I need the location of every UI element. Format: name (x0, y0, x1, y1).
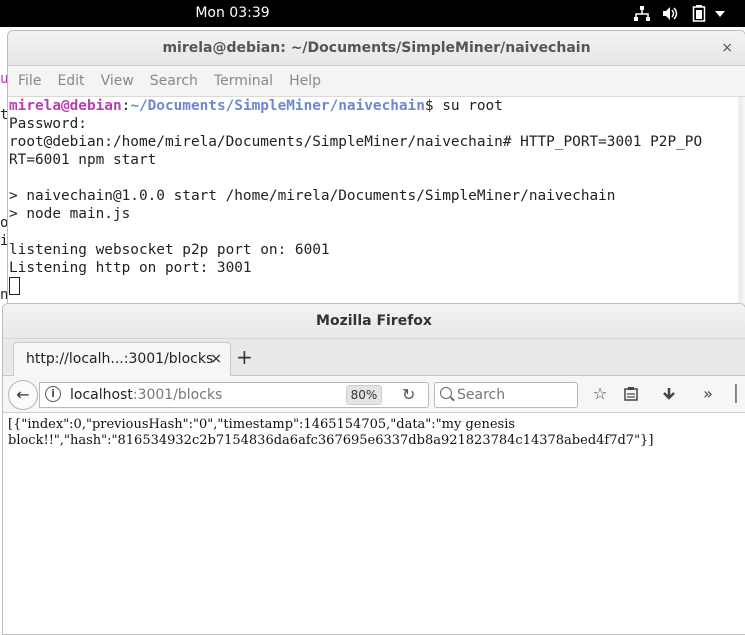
firefox-titlebar[interactable]: Mozilla Firefox (3, 304, 745, 339)
url-path: :3001/blocks (132, 387, 223, 403)
json-line: [{"index":0,"previousHash":"0","timestam… (8, 417, 516, 432)
prompt-command: $ su root (424, 98, 503, 114)
terminal-titlebar[interactable]: mirela@debian: ~/Documents/SimpleMiner/n… (8, 31, 745, 66)
star-icon[interactable]: ☆ (588, 382, 612, 406)
reload-icon[interactable]: ↻ (402, 383, 415, 407)
terminal-line: > naivechain@1.0.0 start /home/mirela/Do… (9, 188, 616, 204)
terminal-line: listening websocket p2p port on: 6001 (9, 242, 330, 258)
tab-close-icon[interactable]: × (210, 343, 222, 376)
chevrons-icon[interactable]: » (696, 382, 720, 406)
clipboard-icon[interactable] (619, 382, 643, 406)
volume-icon[interactable] (661, 5, 679, 22)
url-bar[interactable]: i localhost:3001/blocks 80% ↻ (39, 382, 429, 408)
top-bar: Mon 03:39 (0, 0, 745, 27)
terminal-line: > node main.js (9, 206, 131, 222)
terminal-line: Listening http on port: 3001 (9, 260, 252, 276)
download-icon[interactable] (657, 382, 681, 406)
menu-help[interactable]: Help (283, 73, 327, 89)
close-icon[interactable]: × (721, 31, 733, 65)
terminal-line: RT=6001 npm start (9, 152, 157, 168)
menu-terminal[interactable]: Terminal (208, 73, 279, 89)
info-icon[interactable]: i (45, 386, 61, 402)
terminal-line: root@debian:/home/mirela/Documents/Simpl… (9, 134, 703, 150)
menu-search[interactable]: Search (144, 73, 204, 89)
tab-label: http://localh...:3001/blocks (26, 351, 214, 367)
zoom-indicator[interactable]: 80% (346, 385, 382, 405)
prompt-path: ~/Documents/SimpleMiner/naivechain (130, 98, 425, 114)
firefox-title: Mozilla Firefox (316, 313, 432, 329)
menu-icon[interactable]: │ (731, 382, 741, 406)
new-tab-button[interactable]: + (236, 339, 253, 375)
prompt-separator: : (121, 98, 131, 114)
back-arrow-icon[interactable]: ← (8, 380, 38, 410)
url-host: localhost (70, 387, 133, 403)
terminal-scrollbar[interactable] (738, 97, 743, 321)
search-input[interactable] (457, 383, 572, 407)
prompt-user: mirela@debian (9, 98, 122, 114)
json-line: block!!","hash":"816534932c2b7154836da6a… (8, 433, 654, 448)
terminal-cursor-line (9, 277, 739, 295)
tab-blocks[interactable]: http://localh...:3001/blocks × (13, 342, 231, 376)
search-icon (440, 387, 452, 399)
terminal-output[interactable]: mirela@debian:~/Documents/SimpleMiner/na… (8, 97, 739, 321)
terminal-line: Password: (9, 116, 87, 132)
terminal-menubar: File Edit View Search Terminal Help (8, 66, 745, 97)
url-text[interactable]: localhost:3001/blocks (70, 383, 222, 407)
chevron-down-icon[interactable] (713, 5, 727, 22)
nav-toolbar: ← i localhost:3001/blocks 80% ↻ ☆ » │ (3, 376, 745, 413)
search-box[interactable] (434, 382, 578, 408)
firefox-window: Mozilla Firefox http://localh...:3001/bl… (2, 303, 745, 635)
terminal-title: mirela@debian: ~/Documents/SimpleMiner/n… (162, 40, 591, 56)
tab-bar: http://localh...:3001/blocks × + (3, 339, 745, 376)
page-content: [{"index":0,"previousHash":"0","timestam… (8, 417, 743, 449)
menu-edit[interactable]: Edit (51, 73, 90, 89)
terminal-prompt-line: mirela@debian:~/Documents/SimpleMiner/na… (9, 97, 739, 115)
menu-view[interactable]: View (95, 73, 140, 89)
terminal-window: mirela@debian: ~/Documents/SimpleMiner/n… (7, 30, 745, 322)
clock[interactable]: Mon 03:39 (0, 0, 465, 27)
network-icon[interactable] (633, 5, 651, 22)
battery-icon[interactable] (690, 5, 708, 22)
menu-file[interactable]: File (12, 73, 47, 89)
terminal-cursor (9, 277, 20, 295)
